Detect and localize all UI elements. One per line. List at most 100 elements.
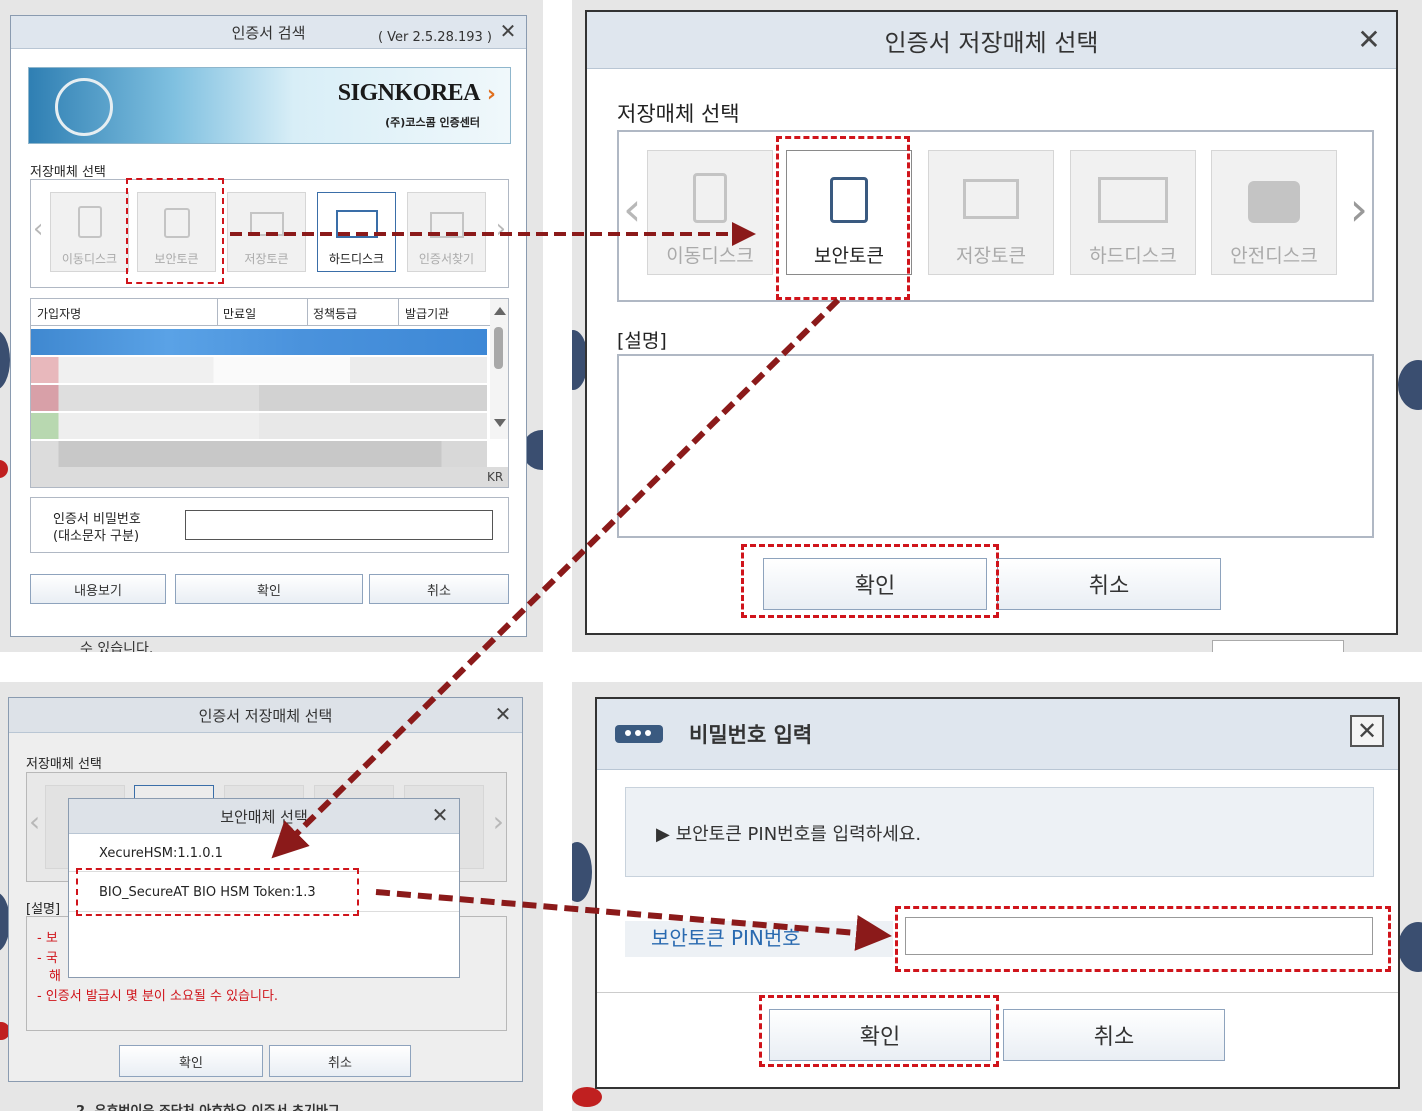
media-storage-token[interactable]: 저장토큰 [928, 150, 1054, 275]
media-removable-disk[interactable]: 이동디스크 [50, 192, 129, 272]
message-text: ▶ 보안토큰 PIN번호를 입력하세요. [656, 824, 922, 845]
logo-chevron-icon: › [486, 82, 496, 107]
bg-decoration [572, 842, 592, 902]
issuer-fragment: KR [487, 470, 504, 484]
storage-label: 저장매체 선택 [30, 165, 106, 180]
media-storage-token[interactable]: 저장토큰 [227, 192, 306, 272]
monitor-icon [335, 210, 378, 238]
chevron-right-icon[interactable]: › [493, 805, 504, 838]
view-details-button[interactable]: 내용보기 [30, 574, 166, 604]
scroll-up-icon[interactable] [494, 307, 506, 315]
highlight-security-token [126, 178, 224, 284]
password-hint: (대소문자 구분) [53, 529, 140, 544]
password-input-dialog: 비밀번호 입력 ✕ ▶ 보안토큰 PIN번호를 입력하세요. 보안토큰 PIN번… [595, 697, 1400, 1089]
card-icon [963, 179, 1019, 219]
table-row[interactable] [31, 329, 487, 355]
popup-titlebar: 보안매체 선택 ✕ [69, 799, 459, 834]
close-icon[interactable]: ✕ [1354, 23, 1384, 56]
table-row[interactable] [31, 357, 487, 383]
ok-button[interactable]: 확인 [175, 574, 363, 604]
search-icon [429, 212, 464, 238]
col-subscriber: 가입자명 [37, 307, 82, 321]
list-item-label: XecureHSM:1.1.0.1 [99, 846, 223, 861]
dialog-title: 인증서 저장매체 선택 [884, 28, 1099, 57]
key-icon [615, 725, 663, 743]
cancel-button[interactable]: 취소 [369, 574, 509, 604]
version-label: ( Ver 2.5.28.193 ) [377, 30, 492, 45]
cancel-button[interactable]: 취소 [269, 1045, 411, 1077]
bg-decoration [0, 460, 8, 478]
table-row[interactable] [31, 413, 487, 439]
col-divider [217, 299, 218, 325]
chevron-right-icon[interactable]: › [1350, 182, 1368, 236]
password-box: 인증서 비밀번호 (대소문자 구분) [30, 497, 509, 553]
media-safe-disk[interactable]: 안전디스크 [1211, 150, 1337, 275]
bg-decoration [1398, 922, 1422, 972]
divider [597, 992, 1398, 993]
table-row[interactable] [31, 441, 487, 467]
col-issuer: 발급기관 [405, 307, 450, 321]
close-icon[interactable]: ✕ [498, 19, 518, 43]
logo-text: SIGNKOREA [337, 80, 481, 106]
message-box: ▶ 보안토큰 PIN번호를 입력하세요. [625, 787, 1374, 877]
storage-select-titlebar: 인증서 저장매체 선택 ✕ [587, 12, 1396, 69]
password-input[interactable] [185, 510, 493, 540]
signkorea-banner: SIGNKOREA › (주)코스콤 인증센터 [28, 67, 511, 144]
desc-bullet: - 보 [37, 931, 58, 946]
cancel-button[interactable]: 취소 [997, 558, 1221, 610]
logo-subtitle: (주)코스콤 인증센터 [385, 116, 480, 129]
media-removable-disk[interactable]: 이동디스크 [647, 150, 773, 275]
media-find-cert[interactable]: 인증서찾기 [407, 192, 486, 272]
close-icon[interactable]: ✕ [1350, 715, 1384, 747]
pin-label: 보안토큰 PIN번호 [625, 921, 893, 957]
close-icon[interactable]: ✕ [492, 702, 514, 726]
media-box: ‹ 이동디스크 보안토큰 저장토큰 하드디스크 안전디스크 › [617, 130, 1374, 302]
table-row[interactable] [31, 385, 487, 411]
list-item[interactable]: XecureHSM:1.1.0.1 [69, 837, 459, 872]
chevron-left-icon[interactable]: ‹ [33, 214, 43, 244]
ok-button[interactable]: 확인 [119, 1045, 263, 1077]
cert-search-titlebar: 인증서 검색 ( Ver 2.5.28.193 ) ✕ [11, 16, 526, 49]
col-policy: 정책등급 [313, 307, 358, 321]
storage-select-dialog: 인증서 저장매체 선택 ✕ 저장매체 선택 ‹ 이동디스크 보안토큰 저장토큰 … [585, 10, 1398, 635]
bg-text-fragment: 수 있습니다. [80, 641, 154, 652]
bg-text-fragment: 2. 유효번이은 조단처 아흐하요 이주서 초기바그 [76, 1100, 340, 1111]
chevron-right-icon[interactable]: › [496, 214, 506, 244]
bg-decoration [572, 1087, 602, 1107]
scroll-thumb[interactable] [494, 327, 503, 369]
popup-title: 보안매체 선택 [220, 807, 308, 826]
highlight-bio-token [76, 868, 359, 916]
desc-label: [설명] [26, 902, 61, 917]
usb-icon [77, 206, 102, 238]
highlight-ok-button [741, 544, 999, 618]
bg-decoration [1398, 360, 1422, 410]
card-icon [249, 212, 284, 236]
col-divider [307, 299, 308, 325]
desc-bullet: 해 [49, 969, 61, 984]
close-icon[interactable]: ✕ [429, 803, 451, 827]
col-divider [398, 299, 399, 325]
cancel-button[interactable]: 취소 [1003, 1009, 1225, 1061]
media-hard-disk[interactable]: 하드디스크 [317, 192, 396, 272]
desc-bullet: - 국 [37, 951, 58, 966]
dialog-title: 비밀번호 입력 [689, 723, 813, 747]
scroll-down-icon[interactable] [494, 419, 506, 427]
highlight-pin-input [895, 906, 1391, 972]
password-titlebar: 비밀번호 입력 ✕ [597, 699, 1398, 770]
chevron-left-icon[interactable]: ‹ [29, 805, 40, 838]
table-row[interactable] [31, 467, 508, 487]
storage-label: 저장매체 선택 [26, 757, 102, 772]
highlight-ok-button [759, 995, 999, 1067]
desc-label: [설명] [617, 330, 667, 352]
storage-select-titlebar: 인증서 저장매체 선택 ✕ [9, 698, 522, 733]
dialog-title: 인증서 검색 [231, 23, 306, 42]
chevron-left-icon[interactable]: ‹ [623, 182, 641, 236]
media-hard-disk[interactable]: 하드디스크 [1070, 150, 1196, 275]
media-box: ‹ 이동디스크 보안토큰 저장토큰 하드디스크 인증서찾기 › [30, 179, 509, 288]
col-expiry: 만료일 [223, 307, 257, 321]
table-scrollbar[interactable] [490, 299, 508, 439]
table-header: 가입자명 만료일 정책등급 발급기관 [31, 299, 491, 326]
drive-icon [1248, 181, 1300, 223]
usb-icon [693, 173, 727, 223]
bg-decoration [1212, 640, 1344, 652]
